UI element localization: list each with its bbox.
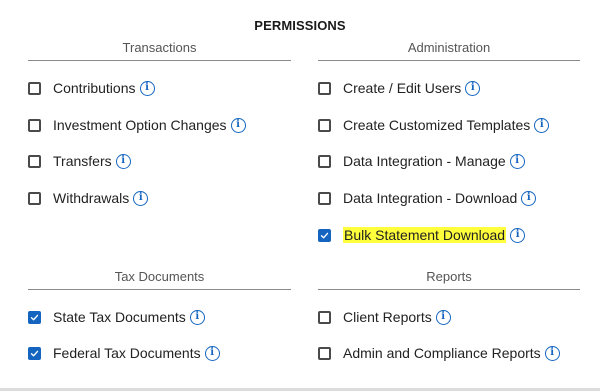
checkmark-icon (30, 350, 39, 356)
info-icon[interactable]: i (115, 153, 131, 169)
checkbox-checked[interactable] (28, 346, 41, 360)
info-icon[interactable]: i (204, 345, 220, 361)
permission-label: Create Customized Templates (343, 117, 531, 133)
permission-withdrawals[interactable]: Withdrawals i (28, 187, 149, 209)
checkbox[interactable] (318, 310, 331, 324)
info-icon[interactable]: i (435, 309, 451, 325)
permission-create-edit-users[interactable]: Create / Edit Users i (318, 77, 481, 99)
permission-label: Create / Edit Users (343, 80, 462, 96)
checkbox-checked[interactable] (318, 228, 331, 242)
permission-label: Client Reports (343, 309, 432, 325)
checkmark-icon (320, 232, 329, 238)
permission-data-integration-download[interactable]: Data Integration - Download i (318, 187, 537, 209)
checkbox[interactable] (318, 118, 331, 132)
info-icon[interactable]: i (510, 227, 526, 243)
checkbox[interactable] (28, 118, 41, 132)
permission-federal-tax-documents[interactable]: Federal Tax Documents i (28, 342, 220, 364)
permission-label: Federal Tax Documents (53, 345, 201, 361)
permission-label: Data Integration - Manage (343, 153, 506, 169)
checkbox[interactable] (318, 191, 331, 205)
permission-bulk-statement-download[interactable]: Bulk Statement Download i (318, 224, 526, 246)
permission-label: Withdrawals (53, 190, 130, 206)
checkbox[interactable] (318, 81, 331, 95)
info-icon[interactable]: i (133, 190, 149, 206)
permission-label: Investment Option Changes (53, 117, 227, 133)
permission-transfers[interactable]: Transfers i (28, 150, 131, 172)
permission-contributions[interactable]: Contributions i (28, 77, 155, 99)
permission-client-reports[interactable]: Client Reports i (318, 306, 451, 328)
permission-investment-option-changes[interactable]: Investment Option Changes i (28, 114, 246, 136)
checkmark-icon (30, 314, 39, 320)
info-icon[interactable]: i (230, 117, 246, 133)
info-icon[interactable]: i (534, 117, 550, 133)
permission-label: Bulk Statement Download (343, 227, 507, 243)
permission-state-tax-documents[interactable]: State Tax Documents i (28, 306, 205, 328)
info-icon[interactable]: i (139, 80, 155, 96)
checkbox[interactable] (28, 81, 41, 95)
permission-data-integration-manage[interactable]: Data Integration - Manage i (318, 150, 525, 172)
administration-list: Create / Edit Users i Create Customized … (318, 40, 580, 260)
tax-documents-list: State Tax Documents i Federal Tax Docume… (28, 269, 291, 379)
checkbox[interactable] (28, 154, 41, 168)
page-title: PERMISSIONS (254, 18, 346, 33)
info-icon[interactable]: i (509, 153, 525, 169)
permission-label: State Tax Documents (53, 309, 186, 325)
permission-label: Transfers (53, 153, 112, 169)
info-icon[interactable]: i (189, 309, 205, 325)
transactions-list: Contributions i Investment Option Change… (28, 40, 291, 260)
permission-label: Data Integration - Download (343, 190, 518, 206)
info-icon[interactable]: i (465, 80, 481, 96)
permission-create-customized-templates[interactable]: Create Customized Templates i (318, 114, 550, 136)
reports-list: Client Reports i Admin and Compliance Re… (318, 269, 580, 379)
checkbox[interactable] (318, 346, 331, 360)
checkbox-checked[interactable] (28, 310, 41, 324)
checkbox[interactable] (318, 154, 331, 168)
permission-admin-and-compliance-reports[interactable]: Admin and Compliance Reports i (318, 342, 560, 364)
permission-label: Contributions (53, 80, 136, 96)
info-icon[interactable]: i (521, 190, 537, 206)
permission-label: Admin and Compliance Reports (343, 345, 541, 361)
info-icon[interactable]: i (544, 345, 560, 361)
checkbox[interactable] (28, 191, 41, 205)
